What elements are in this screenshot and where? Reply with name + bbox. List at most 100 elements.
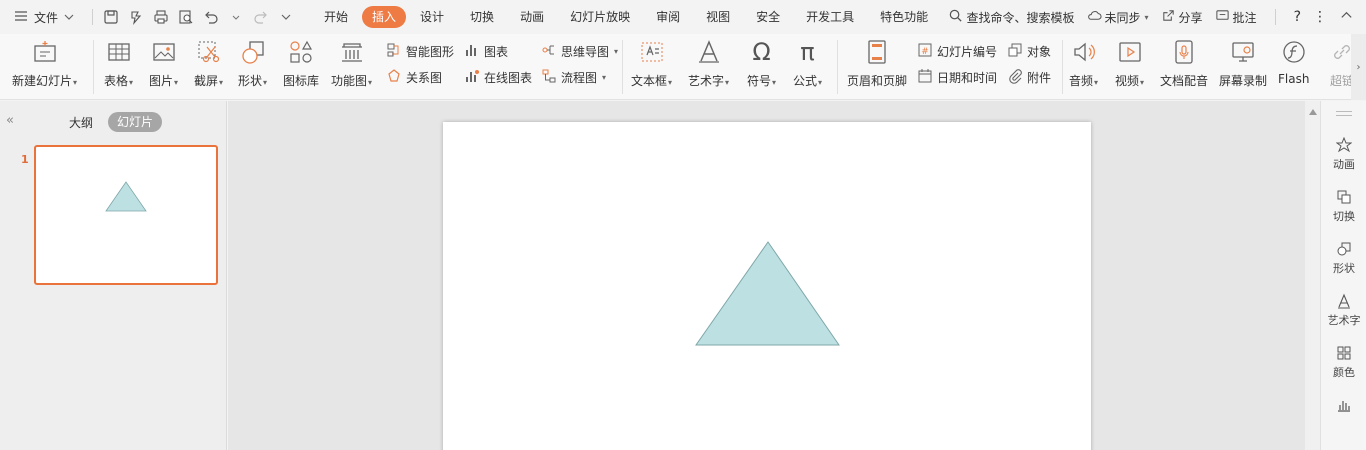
tab-home[interactable]: 开始: [312, 6, 360, 28]
object-button[interactable]: 对象: [1007, 42, 1051, 61]
chart-panel-button[interactable]: [1321, 397, 1366, 416]
shape-button[interactable]: 形状▾: [238, 38, 267, 89]
slide-thumbnail[interactable]: [34, 145, 218, 285]
screen-record-label: 屏幕录制: [1219, 74, 1268, 88]
formula-label: 公式: [793, 74, 818, 88]
tab-outline[interactable]: 大纲: [69, 114, 93, 131]
save-icon[interactable]: [103, 9, 119, 25]
print-icon[interactable]: [153, 9, 169, 25]
search-icon: [948, 8, 963, 26]
sync-label: 未同步: [1104, 10, 1141, 25]
cloud-doc-icon[interactable]: [128, 9, 144, 25]
chart-label: 图表: [484, 45, 509, 59]
online-chart-label: 在线图表: [484, 71, 533, 85]
wordart-icon: [695, 38, 723, 66]
customize-quick-access-icon[interactable]: [278, 9, 294, 25]
screenshot-label: 截屏: [194, 74, 219, 88]
collapse-pane-icon[interactable]: «: [6, 113, 14, 128]
chevron-right-icon: ›: [1356, 61, 1361, 73]
search-label: 查找命令、搜索模板: [966, 10, 1075, 25]
more-options-icon[interactable]: ⋮: [1313, 9, 1327, 25]
animation-icon: [1336, 137, 1352, 153]
transition-panel-button[interactable]: 切换: [1321, 189, 1366, 224]
undo-icon[interactable]: [203, 9, 219, 25]
tab-view[interactable]: 视图: [694, 6, 742, 28]
video-label: 视频: [1115, 74, 1140, 88]
divider: [1062, 40, 1063, 94]
mind-map-button[interactable]: 思维导图 ▾: [541, 42, 618, 61]
flowchart-icon: [541, 68, 557, 87]
omega-icon: Ω: [752, 38, 771, 66]
shape-panel-button[interactable]: 形状: [1321, 241, 1366, 276]
video-button[interactable]: 视频▾: [1115, 38, 1144, 89]
slide-content: [695, 241, 840, 346]
wordart-panel-button[interactable]: 艺术字: [1321, 293, 1366, 328]
calendar-icon: [917, 68, 933, 87]
picture-icon: [150, 38, 178, 66]
help-button[interactable]: ?: [1294, 9, 1301, 25]
tab-features[interactable]: 特色功能: [868, 6, 940, 28]
tab-insert[interactable]: 插入: [362, 6, 407, 28]
divider: [93, 40, 94, 94]
scroll-up-icon[interactable]: [1309, 109, 1317, 115]
collapse-ribbon-icon[interactable]: [1339, 8, 1354, 26]
screenshot-button[interactable]: 截屏▾: [194, 38, 223, 89]
chevron-down-icon[interactable]: [228, 9, 244, 25]
vertical-scrollbar[interactable]: [1305, 101, 1320, 450]
screen-record-button[interactable]: 屏幕录制: [1219, 38, 1267, 89]
audio-button[interactable]: 音频▾: [1069, 38, 1098, 89]
tab-slideshow[interactable]: 幻灯片放映: [558, 6, 642, 28]
header-footer-button[interactable]: 页眉和页脚: [847, 38, 907, 89]
sync-button[interactable]: 未同步 ▾: [1087, 8, 1149, 26]
share-button[interactable]: 分享: [1161, 8, 1203, 26]
shape-label: 形状: [238, 74, 263, 88]
pane-drag-handle[interactable]: [1336, 111, 1352, 116]
function-chart-button[interactable]: 功能图▾: [331, 38, 372, 89]
triangle-shape[interactable]: [695, 241, 840, 346]
right-tool-pane: 动画 切换 形状 艺术字 颜色: [1320, 101, 1366, 450]
search-command-box[interactable]: 查找命令、搜索模板: [948, 8, 1075, 26]
flowchart-button[interactable]: 流程图 ▾: [541, 68, 606, 87]
tab-animation[interactable]: 动画: [508, 6, 556, 28]
screen-record-icon: [1229, 38, 1257, 66]
online-chart-button[interactable]: 在线图表: [464, 68, 532, 87]
datetime-button[interactable]: 日期和时间: [917, 68, 997, 87]
doc-dubbing-button[interactable]: 文档配音: [1160, 38, 1208, 89]
tab-transition[interactable]: 切换: [458, 6, 506, 28]
color-panel-button[interactable]: 颜色: [1321, 345, 1366, 380]
chart-button[interactable]: 图表: [464, 42, 508, 61]
tab-security[interactable]: 安全: [744, 6, 792, 28]
comment-button[interactable]: 批注: [1215, 8, 1257, 26]
current-slide[interactable]: [443, 122, 1091, 450]
relation-chart-button[interactable]: 关系图: [386, 68, 442, 87]
picture-button[interactable]: 图片▾: [149, 38, 178, 89]
wordart-button[interactable]: 艺术字▾: [688, 38, 729, 89]
redo-icon[interactable]: [253, 9, 269, 25]
tab-design[interactable]: 设计: [408, 6, 456, 28]
doc-dubbing-label: 文档配音: [1160, 74, 1209, 88]
icon-library-button[interactable]: 图标库: [283, 38, 319, 89]
icon-library-icon: [287, 38, 315, 66]
smart-art-button[interactable]: 智能图形: [386, 42, 454, 61]
table-icon: [105, 38, 133, 66]
tab-review[interactable]: 审阅: [644, 6, 692, 28]
pi-icon: π: [800, 38, 815, 66]
file-menu-button[interactable]: 文件: [0, 0, 86, 34]
tab-slides[interactable]: 幻灯片: [108, 112, 163, 132]
bar-chart-icon: [1338, 401, 1350, 412]
tab-developer[interactable]: 开发工具: [794, 6, 866, 28]
attachment-button[interactable]: 附件: [1007, 68, 1051, 87]
new-slide-label: 新建幻灯片: [12, 74, 73, 88]
ribbon-scroll-right-button[interactable]: ›: [1351, 34, 1366, 100]
formula-button[interactable]: π 公式▾: [793, 38, 822, 89]
new-slide-button[interactable]: 新建幻灯片▾: [12, 38, 77, 89]
slide-number-button[interactable]: # 幻灯片编号: [917, 42, 997, 61]
flash-button[interactable]: Flash: [1278, 38, 1309, 86]
table-button[interactable]: 表格▾: [104, 38, 133, 89]
symbol-button[interactable]: Ω 符号▾: [747, 38, 776, 89]
print-preview-icon[interactable]: [178, 9, 194, 25]
transition-panel-label: 切换: [1333, 210, 1355, 223]
animation-panel-button[interactable]: 动画: [1321, 137, 1366, 172]
textbox-button[interactable]: 文本框▾: [631, 38, 672, 89]
comment-icon: [1215, 8, 1230, 26]
